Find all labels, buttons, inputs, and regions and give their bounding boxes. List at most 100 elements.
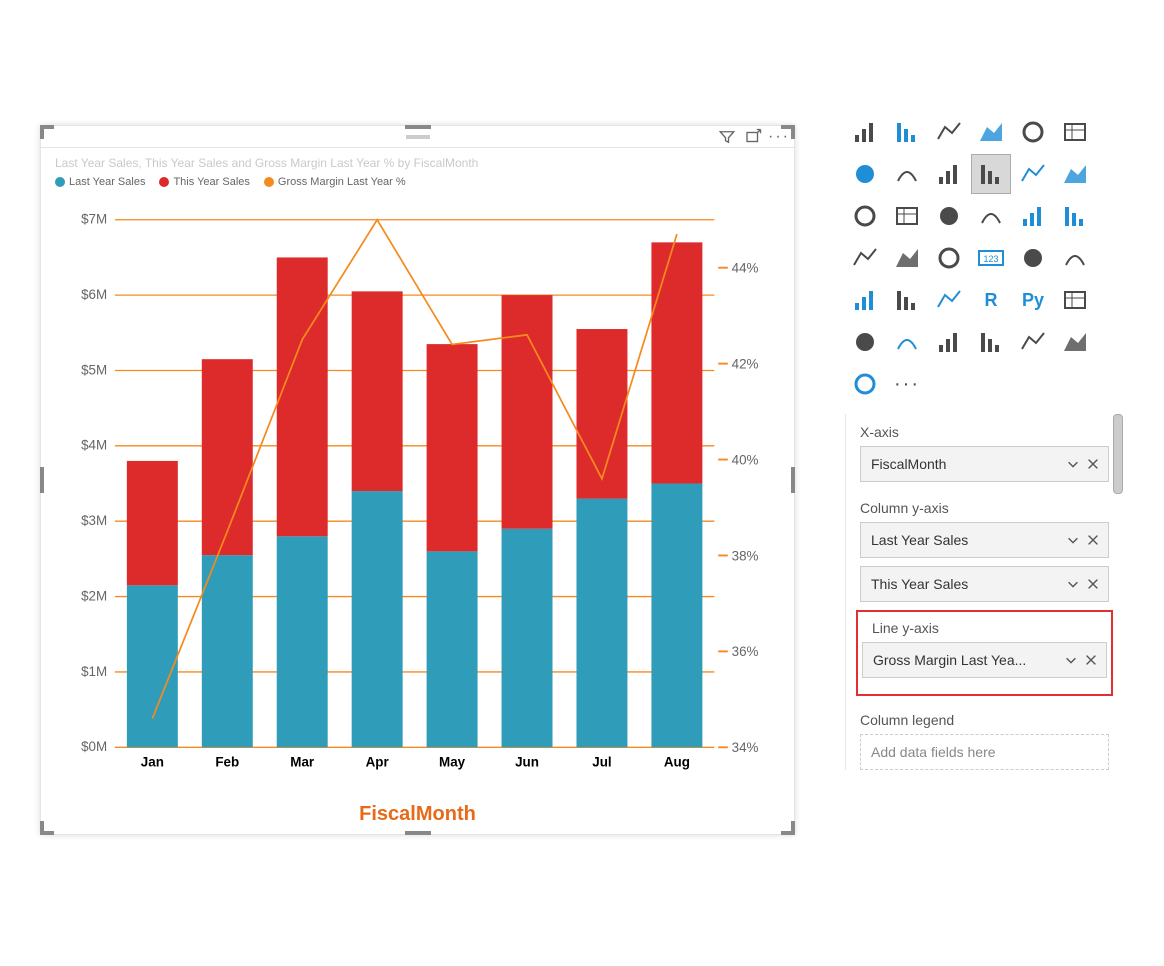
visualizations-panel: 123RPy··· X-axis FiscalMonth Column y-ax… — [845, 110, 1123, 778]
svg-text:Jan: Jan — [141, 754, 164, 769]
svg-text:$4M: $4M — [81, 438, 107, 453]
legend-swatch — [55, 177, 65, 187]
viz-stacked-bar-h[interactable] — [845, 112, 885, 152]
viz-filled-map[interactable] — [887, 238, 927, 278]
well-header-column-legend: Column legend — [846, 702, 1123, 734]
viz-py-visual[interactable]: Py — [1013, 280, 1053, 320]
bar-last-year[interactable] — [651, 484, 702, 748]
legend-label: This Year Sales — [173, 176, 249, 188]
bar-last-year[interactable] — [202, 555, 253, 747]
bar-last-year[interactable] — [127, 585, 178, 747]
drag-grip-icon[interactable] — [406, 135, 430, 139]
viz-key-influencers[interactable] — [1055, 280, 1095, 320]
viz-multi-card[interactable] — [1013, 238, 1053, 278]
viz-more-visuals[interactable]: ··· — [887, 364, 927, 404]
svg-text:34%: 34% — [732, 740, 759, 755]
viz-100-bar-h[interactable] — [1013, 112, 1053, 152]
viz-funnel[interactable] — [887, 196, 927, 236]
well-line-y-field[interactable]: Gross Margin Last Yea... — [862, 642, 1107, 678]
legend-item-last-year[interactable]: Last Year Sales — [55, 176, 145, 188]
legend-item-this-year[interactable]: This Year Sales — [159, 176, 249, 188]
bar-this-year[interactable] — [127, 461, 178, 585]
card-header[interactable]: ··· — [41, 126, 794, 148]
bar-this-year[interactable] — [277, 257, 328, 536]
viz-treemap[interactable] — [1055, 196, 1095, 236]
viz-narrative[interactable] — [929, 322, 969, 362]
viz-stacked-bar-v[interactable] — [887, 112, 927, 152]
plot-area[interactable]: $0M$1M$2M$3M$4M$5M$6M$7M34%36%38%40%42%4… — [55, 214, 780, 778]
viz-pie[interactable] — [971, 196, 1011, 236]
chart-card[interactable]: ··· Last Year Sales, This Year Sales and… — [40, 125, 795, 835]
bar-last-year[interactable] — [427, 551, 478, 747]
viz-line-stacked-col[interactable] — [971, 154, 1011, 194]
viz-line[interactable] — [845, 154, 885, 194]
viz-map[interactable] — [845, 238, 885, 278]
bar-this-year[interactable] — [502, 295, 553, 529]
chevron-down-icon[interactable] — [1064, 653, 1078, 667]
chevron-down-icon[interactable] — [1066, 457, 1080, 471]
legend-label: Last Year Sales — [69, 176, 145, 188]
focus-mode-icon[interactable] — [744, 128, 762, 146]
legend-label: Gross Margin Last Year % — [278, 176, 406, 188]
viz-arcgis[interactable] — [1013, 322, 1053, 362]
well-column-y-field-1[interactable]: Last Year Sales — [860, 522, 1109, 558]
bar-this-year[interactable] — [651, 242, 702, 483]
bar-this-year[interactable] — [352, 291, 403, 491]
well-column-y-field-2[interactable]: This Year Sales — [860, 566, 1109, 602]
viz-qna[interactable] — [887, 322, 927, 362]
viz-area[interactable] — [887, 154, 927, 194]
chevron-down-icon[interactable] — [1066, 577, 1080, 591]
scrollbar-thumb[interactable] — [1113, 414, 1123, 494]
well-field-label: FiscalMonth — [871, 456, 946, 472]
viz-card[interactable]: 123 — [971, 238, 1011, 278]
viz-table[interactable] — [887, 280, 927, 320]
remove-field-icon[interactable] — [1086, 533, 1100, 547]
svg-text:Mar: Mar — [290, 754, 315, 769]
chart-legend: Last Year Sales This Year Sales Gross Ma… — [55, 176, 780, 188]
viz-matrix[interactable] — [929, 280, 969, 320]
viz-100-bar-v[interactable] — [1055, 112, 1095, 152]
bar-last-year[interactable] — [576, 499, 627, 748]
svg-text:123: 123 — [983, 254, 998, 264]
viz-waterfall[interactable] — [845, 196, 885, 236]
viz-powerautomate[interactable] — [845, 364, 885, 404]
well-xaxis-field[interactable]: FiscalMonth — [860, 446, 1109, 482]
bar-last-year[interactable] — [502, 529, 553, 748]
viz-slicer[interactable] — [845, 280, 885, 320]
remove-field-icon[interactable] — [1084, 653, 1098, 667]
bar-this-year[interactable] — [576, 329, 627, 499]
filter-icon[interactable] — [718, 128, 736, 146]
svg-text:$1M: $1M — [81, 664, 107, 679]
svg-text:$3M: $3M — [81, 513, 107, 528]
remove-field-icon[interactable] — [1086, 457, 1100, 471]
viz-decomp-tree[interactable] — [845, 322, 885, 362]
bar-this-year[interactable] — [202, 359, 253, 555]
viz-kpi[interactable] — [1055, 238, 1095, 278]
svg-text:May: May — [439, 754, 466, 769]
viz-powerapps[interactable] — [1055, 322, 1095, 362]
chart-title: Last Year Sales, This Year Sales and Gro… — [55, 156, 780, 170]
viz-paginated[interactable] — [971, 322, 1011, 362]
bar-last-year[interactable] — [352, 491, 403, 747]
svg-text:44%: 44% — [732, 261, 759, 276]
well-header-column-y: Column y-axis — [846, 490, 1123, 522]
well-column-legend-empty[interactable]: Add data fields here — [860, 734, 1109, 770]
viz-clustered-bar-v[interactable] — [971, 112, 1011, 152]
viz-r-visual[interactable]: R — [971, 280, 1011, 320]
svg-text:$2M: $2M — [81, 588, 107, 603]
legend-swatch — [159, 177, 169, 187]
viz-scatter[interactable] — [929, 196, 969, 236]
viz-stacked-area[interactable] — [929, 154, 969, 194]
bar-this-year[interactable] — [427, 344, 478, 551]
viz-donut[interactable] — [1013, 196, 1053, 236]
viz-gauge[interactable] — [929, 238, 969, 278]
viz-line-clustered-col[interactable] — [1013, 154, 1053, 194]
chevron-down-icon[interactable] — [1066, 533, 1080, 547]
svg-text:Jun: Jun — [515, 754, 539, 769]
remove-field-icon[interactable] — [1086, 577, 1100, 591]
more-options-icon[interactable]: ··· — [770, 128, 788, 146]
bar-last-year[interactable] — [277, 536, 328, 747]
viz-clustered-bar-h[interactable] — [929, 112, 969, 152]
legend-item-gm[interactable]: Gross Margin Last Year % — [264, 176, 406, 188]
viz-ribbon[interactable] — [1055, 154, 1095, 194]
